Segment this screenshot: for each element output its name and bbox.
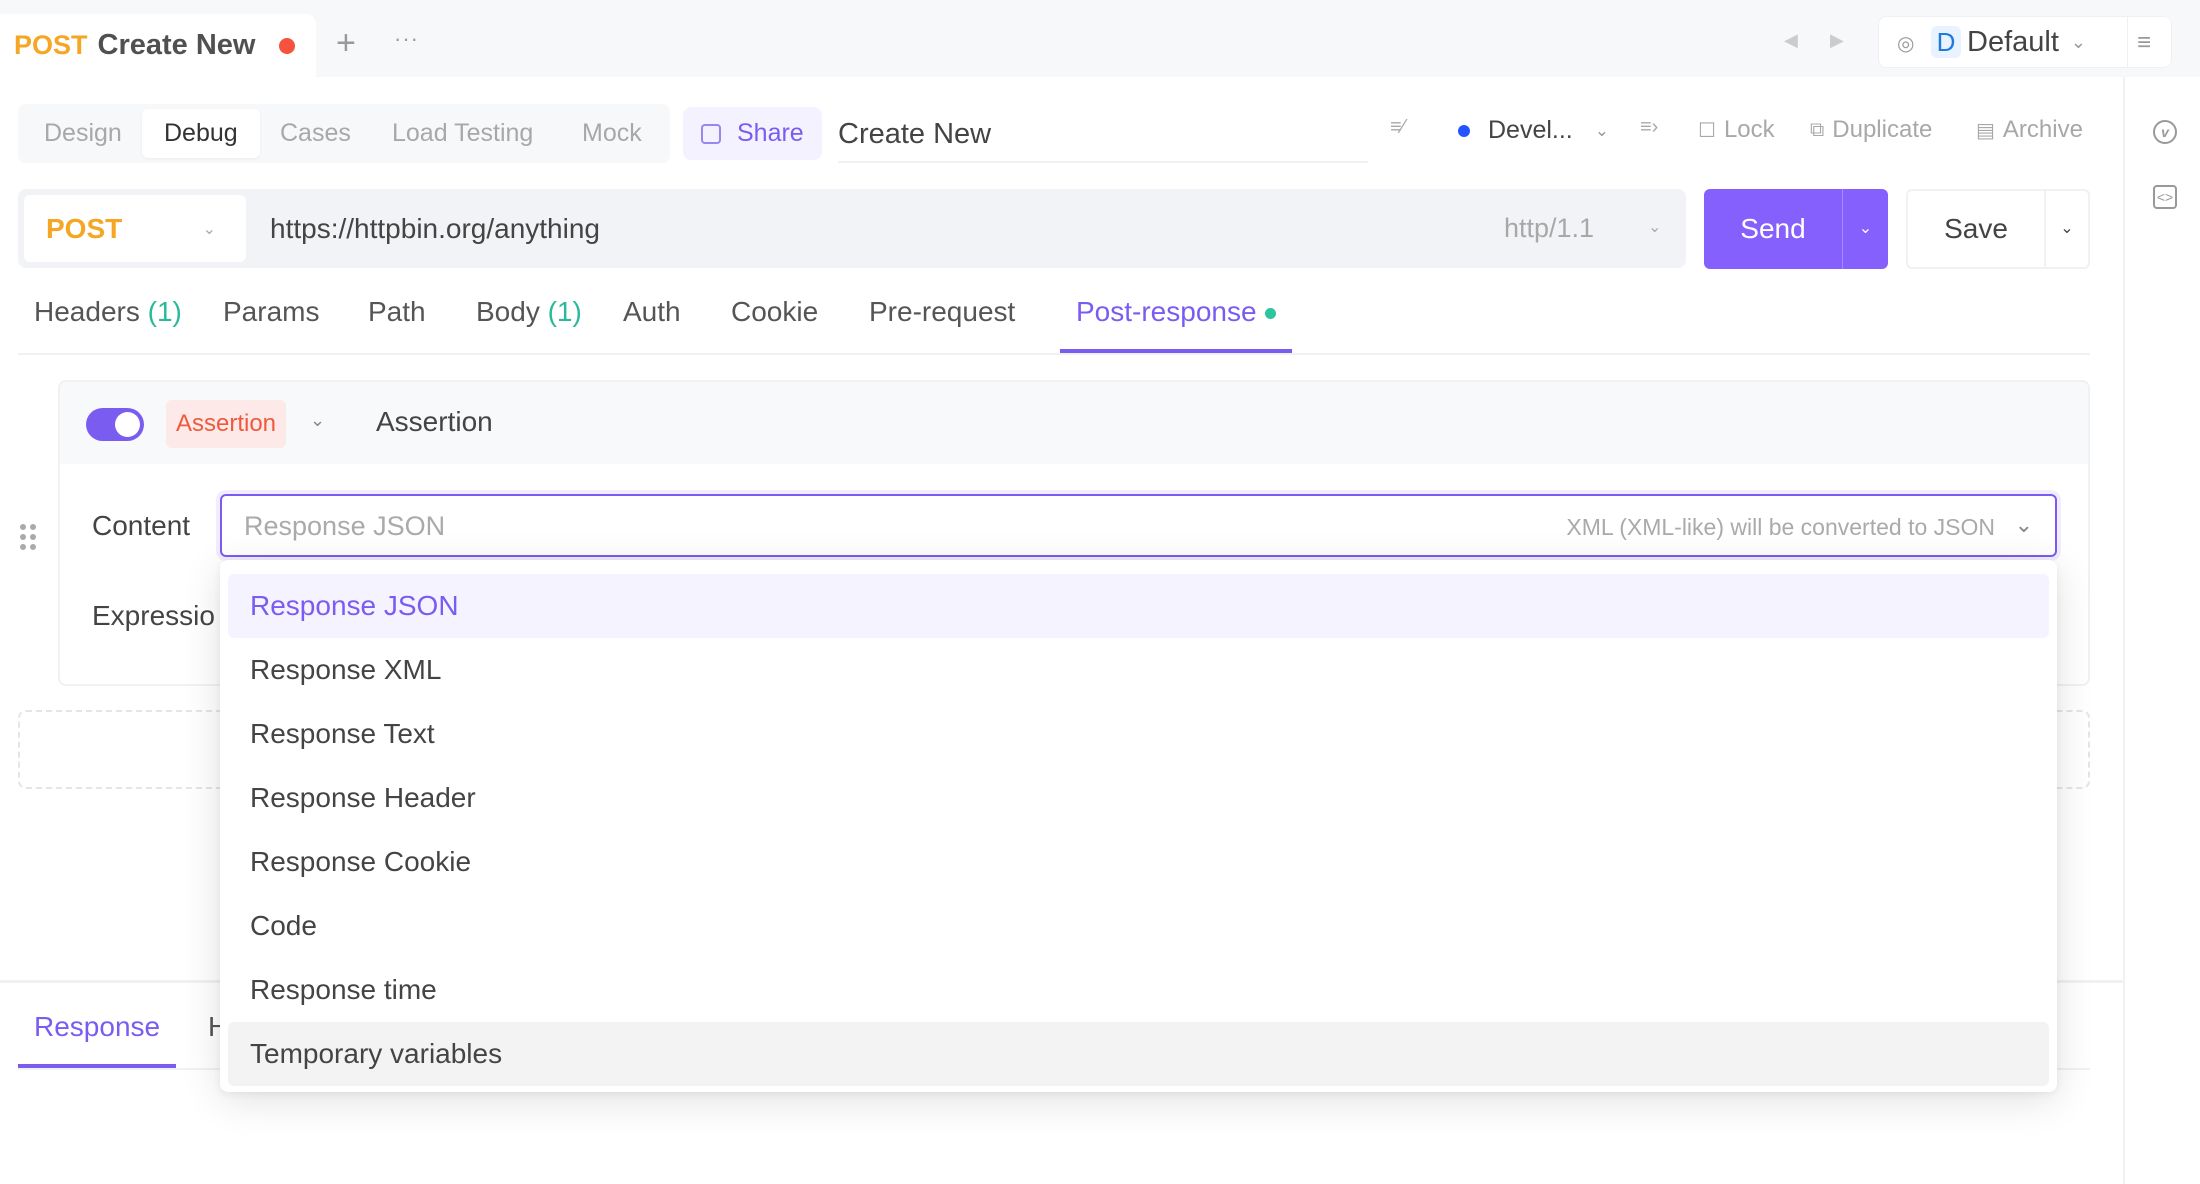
request-tab-create-new[interactable]: POST Create New <box>0 14 316 77</box>
option-response-xml[interactable]: Response XML <box>228 638 2049 702</box>
archive-icon: ▤ <box>1976 119 1995 142</box>
request-tabs: Headers (1) Params Path Body (1) Auth Co… <box>18 290 2090 355</box>
assertion-name[interactable]: Assertion <box>376 406 493 438</box>
option-response-cookie[interactable]: Response Cookie <box>228 830 2049 894</box>
save-options-chevron-icon[interactable]: ⌄ <box>2044 189 2090 269</box>
share-icon <box>701 123 721 144</box>
environment-dropdown[interactable]: Devel... ⌄ <box>1458 116 1609 145</box>
archive-label: Archive <box>2002 116 2083 143</box>
top-tab-bar: POST Create New + ··· ◀ ▶ ◎ D Default ⌄ … <box>0 0 2200 77</box>
body-count: (1) <box>547 296 582 327</box>
tab-design[interactable]: Design <box>44 104 122 163</box>
tab-title: Create New <box>97 29 256 61</box>
duplicate-icon: ⧉ <box>1810 118 1825 141</box>
chevron-down-icon: ⌄ <box>2014 512 2033 537</box>
content-label: Content <box>92 510 191 541</box>
tab-cookie[interactable]: Cookie <box>731 290 818 353</box>
http-version-select[interactable]: http/1.1 <box>1504 213 1594 244</box>
tab-response[interactable]: Response <box>18 1000 177 1068</box>
environment-name: Default <box>1967 25 2059 58</box>
expression-label: Expressio <box>92 600 215 631</box>
chevron-down-icon[interactable]: ⌄ <box>1648 217 1661 237</box>
duplicate-label: Duplicate <box>1832 116 1933 143</box>
option-response-time[interactable]: Response time <box>228 958 2049 1022</box>
right-sidebar: v <> <box>2123 77 2200 1184</box>
code-icon[interactable]: <> <box>2153 185 2177 209</box>
content-select-value: Response JSON <box>244 511 446 541</box>
mode-tabs: Design Debug Cases Load Testing Mock <box>18 104 670 163</box>
method-value: POST <box>46 212 123 244</box>
tab-load-testing[interactable]: Load Testing <box>392 104 533 163</box>
option-code[interactable]: Code <box>228 894 2049 958</box>
assertion-header: Assertion ⌄ Assertion <box>60 382 2088 464</box>
chevron-down-icon: ⌄ <box>202 220 216 238</box>
active-indicator-dot <box>1264 308 1276 320</box>
edit-description-icon[interactable]: ≡⁄ <box>1390 116 1413 139</box>
chevron-down-icon: ⌄ <box>1594 120 1610 140</box>
version-icon[interactable]: v <box>2153 120 2177 144</box>
tab-body[interactable]: Body (1) <box>476 290 582 353</box>
menu-icon[interactable]: ≡ <box>2137 29 2151 57</box>
tab-cases[interactable]: Cases <box>280 104 351 163</box>
content-dropdown-menu: Response JSON Response XML Response Text… <box>220 560 2057 1092</box>
option-response-header[interactable]: Response Header <box>228 766 2049 830</box>
tab-more-icon[interactable]: ··· <box>394 26 419 52</box>
new-tab-plus-icon[interactable]: + <box>336 26 356 60</box>
lock-label: Lock <box>1723 116 1775 143</box>
tab-params[interactable]: Params <box>223 290 319 353</box>
share-label: Share <box>737 119 804 147</box>
tab-pre-request[interactable]: Pre-request <box>869 290 1015 353</box>
tab-debug[interactable]: Debug <box>142 109 260 158</box>
run-in-icon[interactable]: ≡› <box>1640 116 1666 139</box>
archive-button[interactable]: ▤ Archive <box>1976 116 2083 144</box>
environment-selector[interactable]: ◎ D Default ⌄ ≡ <box>1878 16 2172 68</box>
url-bar: POST ⌄ http/1.1 ⌄ <box>18 189 1686 268</box>
chevron-down-icon: ⌄ <box>2070 31 2086 52</box>
option-response-text[interactable]: Response Text <box>228 702 2049 766</box>
url-input[interactable] <box>270 189 1370 268</box>
unsaved-dot-icon <box>279 37 296 54</box>
lock-icon: ☐ <box>1698 119 1716 142</box>
environment-status-dot <box>1458 124 1470 137</box>
headers-count: (1) <box>147 296 182 327</box>
environment-badge: D <box>1931 26 1961 58</box>
scroll-left-icon[interactable]: ◀ <box>1784 30 1798 51</box>
content-select[interactable]: Response JSON XML (XML-like) will be con… <box>220 494 2057 557</box>
tab-auth[interactable]: Auth <box>623 290 681 353</box>
chevron-down-icon[interactable]: ⌄ <box>310 410 325 431</box>
tab-mock[interactable]: Mock <box>582 104 642 163</box>
duplicate-button[interactable]: ⧉ Duplicate <box>1810 116 1932 144</box>
environment-label: Devel... <box>1488 116 1573 144</box>
assertion-type-badge[interactable]: Assertion <box>166 400 286 448</box>
tab-method-label: POST <box>14 30 88 60</box>
share-button[interactable]: Share <box>683 107 822 160</box>
divider <box>2127 17 2128 67</box>
scroll-right-icon[interactable]: ▶ <box>1830 30 1844 51</box>
environment-settings-icon[interactable]: ◎ <box>1897 31 1919 55</box>
method-select[interactable]: POST ⌄ <box>24 195 246 262</box>
tab-path[interactable]: Path <box>368 290 426 353</box>
assertion-enable-toggle[interactable] <box>86 408 144 441</box>
request-name-input[interactable] <box>838 107 1368 163</box>
drag-handle-icon[interactable] <box>20 524 38 552</box>
option-temporary-variables[interactable]: Temporary variables <box>228 1022 2049 1086</box>
content-select-hint: XML (XML-like) will be converted to JSON <box>1566 514 1995 540</box>
send-options-chevron-icon[interactable]: ⌄ <box>1842 189 1888 269</box>
tab-post-response[interactable]: Post-response <box>1060 290 1292 353</box>
option-response-json[interactable]: Response JSON <box>228 574 2049 638</box>
lock-button[interactable]: ☐ Lock <box>1698 116 1775 144</box>
tab-headers[interactable]: Headers (1) <box>34 290 182 353</box>
save-button[interactable]: Save <box>1906 189 2044 269</box>
send-button[interactable]: Send <box>1704 189 1842 269</box>
